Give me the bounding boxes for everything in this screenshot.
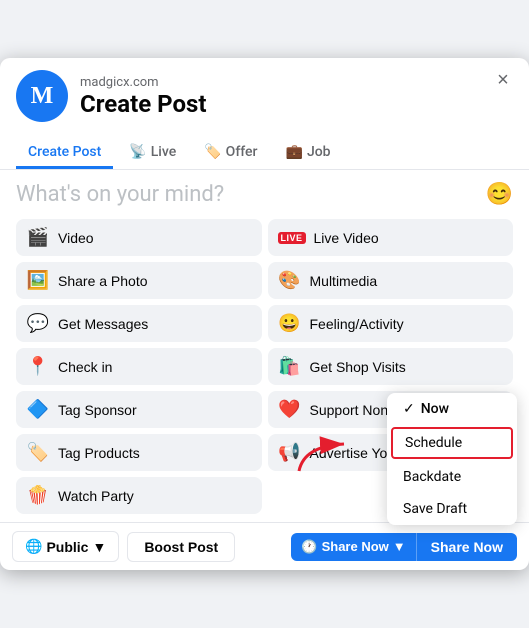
tag-sponsor-icon: 🔷 — [26, 399, 50, 420]
get-messages-button[interactable]: 💬 Get Messages — [16, 305, 262, 342]
tab-offer[interactable]: 🏷️ Offer — [192, 138, 269, 169]
check-in-icon: 📍 — [26, 356, 50, 377]
feeling-activity-button[interactable]: 😀 Feeling/Activity — [268, 305, 514, 342]
dropdown-schedule-item[interactable]: Schedule — [391, 427, 513, 459]
share-photo-icon: 🖼️ — [26, 270, 50, 291]
footer: 🌐 Public ▼ Boost Post ✓ Now Schedule Bac… — [0, 522, 529, 570]
chevron-down-icon-2: ▼ — [393, 539, 406, 554]
share-dropdown-menu: ✓ Now Schedule Backdate Save Draft — [387, 393, 517, 525]
chevron-down-icon: ▼ — [92, 539, 106, 555]
create-post-modal: M madgicx.com Create Post × Create Post … — [0, 58, 529, 570]
share-now-dropdown-button[interactable]: 🕐 Share Now ▼ — [291, 533, 416, 561]
share-photo-button[interactable]: 🖼️ Share a Photo — [16, 262, 262, 299]
multimedia-button[interactable]: 🎨 Multimedia — [268, 262, 514, 299]
backdate-label: Backdate — [403, 469, 461, 485]
watch-party-label: Watch Party — [58, 488, 134, 504]
feeling-label: Feeling/Activity — [310, 316, 404, 332]
header-text: madgicx.com Create Post — [80, 75, 206, 118]
dropdown-now-item[interactable]: ✓ Now — [387, 393, 517, 425]
offer-icon: 🏷️ — [204, 144, 221, 160]
live-video-button[interactable]: LIVE Live Video — [268, 219, 514, 256]
check-in-button[interactable]: 📍 Check in — [16, 348, 262, 385]
video-label: Video — [58, 230, 94, 246]
share-now-button[interactable]: Share Now — [417, 533, 517, 561]
tab-live-label: Live — [151, 144, 176, 160]
shop-label: Get Shop Visits — [310, 359, 406, 375]
check-in-label: Check in — [58, 359, 112, 375]
get-messages-icon: 💬 — [26, 313, 50, 334]
close-button[interactable]: × — [489, 66, 517, 94]
public-button[interactable]: 🌐 Public ▼ — [12, 531, 119, 562]
watch-party-icon: 🍿 — [26, 485, 50, 506]
advertise-icon: 📢 — [278, 442, 302, 463]
tag-products-icon: 🏷️ — [26, 442, 50, 463]
tabs-bar: Create Post 📡 Live 🏷️ Offer 💼 Job — [0, 130, 529, 170]
tab-job[interactable]: 💼 Job — [274, 138, 343, 169]
tab-live[interactable]: 📡 Live — [117, 138, 188, 169]
modal-header: M madgicx.com Create Post × — [0, 58, 529, 122]
feeling-icon: 😀 — [278, 313, 302, 334]
share-group: ✓ Now Schedule Backdate Save Draft 🕐 Sha… — [291, 533, 517, 561]
avatar: M — [16, 70, 68, 122]
tab-create-post-label: Create Post — [28, 144, 101, 160]
tag-products-label: Tag Products — [58, 445, 140, 461]
now-label: Now — [421, 401, 449, 417]
globe-icon: 🌐 — [25, 538, 42, 555]
get-messages-label: Get Messages — [58, 316, 148, 332]
tab-job-label: Job — [307, 144, 331, 160]
emoji-button[interactable]: 😊 — [486, 182, 513, 207]
text-input-area[interactable]: What's on your mind? 😊 — [0, 170, 529, 211]
video-button[interactable]: 🎬 Video — [16, 219, 262, 256]
post-placeholder[interactable]: What's on your mind? — [16, 182, 513, 207]
live-video-label: Live Video — [314, 230, 379, 246]
dropdown-backdate-item[interactable]: Backdate — [387, 461, 517, 493]
share-photo-label: Share a Photo — [58, 273, 148, 289]
video-icon: 🎬 — [26, 227, 50, 248]
nonprofit-icon: ❤️ — [278, 399, 302, 420]
clock-icon: 🕐 — [301, 539, 317, 555]
site-name: madgicx.com — [80, 75, 206, 90]
modal-title: Create Post — [80, 90, 206, 118]
tab-offer-label: Offer — [226, 144, 258, 160]
multimedia-icon: 🎨 — [278, 270, 302, 291]
tag-sponsor-label: Tag Sponsor — [58, 402, 137, 418]
schedule-label: Schedule — [405, 435, 462, 451]
live-icon: 📡 — [129, 144, 146, 160]
avatar-letter: M — [31, 83, 54, 110]
tag-sponsor-button[interactable]: 🔷 Tag Sponsor — [16, 391, 262, 428]
dropdown-save-draft-item[interactable]: Save Draft — [387, 493, 517, 525]
boost-post-button[interactable]: Boost Post — [127, 532, 235, 562]
multimedia-label: Multimedia — [310, 273, 378, 289]
watch-party-button[interactable]: 🍿 Watch Party — [16, 477, 262, 514]
share-now-dropdown-label: Share Now — [322, 539, 389, 554]
job-icon: 💼 — [286, 144, 303, 160]
tag-products-button[interactable]: 🏷️ Tag Products — [16, 434, 262, 471]
shop-icon: 🛍️ — [278, 356, 302, 377]
save-draft-label: Save Draft — [403, 501, 467, 517]
public-label: Public — [46, 539, 88, 555]
live-badge: LIVE — [278, 232, 306, 244]
get-shop-visits-button[interactable]: 🛍️ Get Shop Visits — [268, 348, 514, 385]
checkmark-icon: ✓ — [403, 401, 415, 417]
tab-create-post[interactable]: Create Post — [16, 138, 113, 169]
